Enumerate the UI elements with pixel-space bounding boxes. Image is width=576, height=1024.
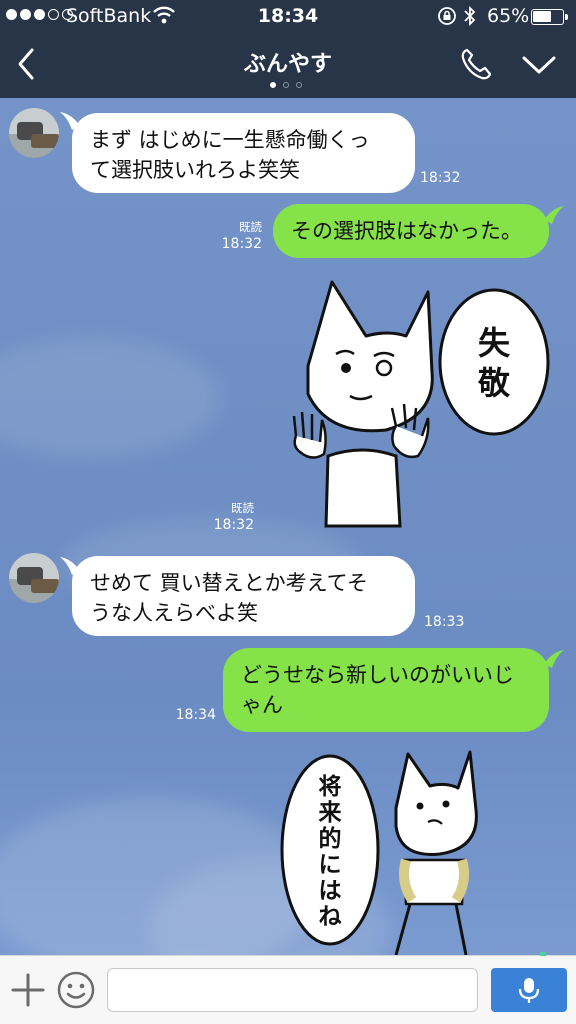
message-text: せめて 買い替えとか考えてそ うな人えらべよ笑 — [90, 571, 368, 625]
bluetooth-icon — [464, 5, 476, 27]
battery-icon — [531, 9, 568, 25]
read-receipt: 既読 — [231, 501, 254, 515]
avatar[interactable] — [9, 553, 59, 603]
message-bubble-outgoing[interactable]: その選択肢はなかった。 — [273, 204, 549, 258]
message-time: 18:34 — [175, 707, 216, 723]
chevron-down-icon[interactable] — [518, 48, 560, 80]
sticker-text: ね — [319, 904, 342, 930]
battery-percent: 65% — [487, 5, 530, 27]
message-bubble-incoming[interactable]: まず はじめに一生懸命働くっ て選択肢いれろよ笑笑 — [72, 113, 415, 193]
top-bar: SoftBank 18:34 65% ぶんやす — [0, 0, 576, 98]
sticker-cat-shouraitekiniwane[interactable]: 将 来 的 に は ね — [280, 750, 480, 955]
message-meta: 既読 18:32 — [208, 500, 254, 534]
voice-message-button[interactable] — [491, 968, 567, 1012]
message-time: 18:33 — [424, 614, 465, 630]
sticker-text: に — [319, 852, 342, 878]
message-bubble-outgoing[interactable]: どうせなら新しいのがいいじ ゃん — [223, 648, 549, 732]
page-dot — [296, 82, 302, 88]
chat-area[interactable]: まず はじめに一生懸命働くっ て選択肢いれろよ笑笑 18:32 既読 18:32… — [0, 98, 576, 955]
message-input-bar — [0, 952, 576, 1024]
microphone-icon — [518, 978, 540, 1003]
message-input[interactable] — [107, 968, 478, 1012]
sticker-text: 将 — [319, 774, 342, 800]
message-bubble-incoming[interactable]: せめて 買い替えとか考えてそ うな人えらべよ笑 — [72, 556, 415, 636]
page-dot — [283, 82, 289, 88]
page-dot — [270, 82, 276, 88]
message-text: どうせなら新しいのがいいじ ゃん — [241, 663, 514, 717]
plus-icon[interactable] — [10, 972, 46, 1008]
page-indicator — [270, 82, 302, 88]
message-time: 18:32 — [213, 517, 254, 533]
sticker-text: 来 — [319, 800, 343, 826]
message-text: その選択肢はなかった。 — [291, 219, 522, 243]
sticker-text: 的 — [319, 825, 342, 852]
sticker-cat-shitsukei[interactable]: 失 敬 — [288, 276, 550, 530]
status-bar: SoftBank 18:34 65% — [0, 0, 576, 34]
sticker-text: 敬 — [477, 364, 511, 402]
sticker-text: 失 — [478, 324, 511, 362]
message-meta: 18:32 — [420, 170, 464, 187]
message-time: 18:32 — [420, 170, 461, 186]
sticker-text: は — [319, 878, 342, 904]
avatar[interactable] — [9, 108, 59, 158]
message-time: 18:32 — [221, 236, 262, 252]
smiley-icon[interactable] — [56, 970, 96, 1010]
read-receipt: 既読 — [239, 220, 262, 234]
message-text: まず はじめに一生懸命働くっ て選択肢いれろよ笑笑 — [90, 128, 370, 182]
message-meta: 既読 18:32 — [216, 219, 262, 253]
phone-icon[interactable] — [458, 46, 494, 82]
message-meta: 18:33 — [424, 614, 468, 631]
message-meta: 18:34 — [170, 707, 216, 724]
rotation-lock-icon — [438, 7, 456, 25]
